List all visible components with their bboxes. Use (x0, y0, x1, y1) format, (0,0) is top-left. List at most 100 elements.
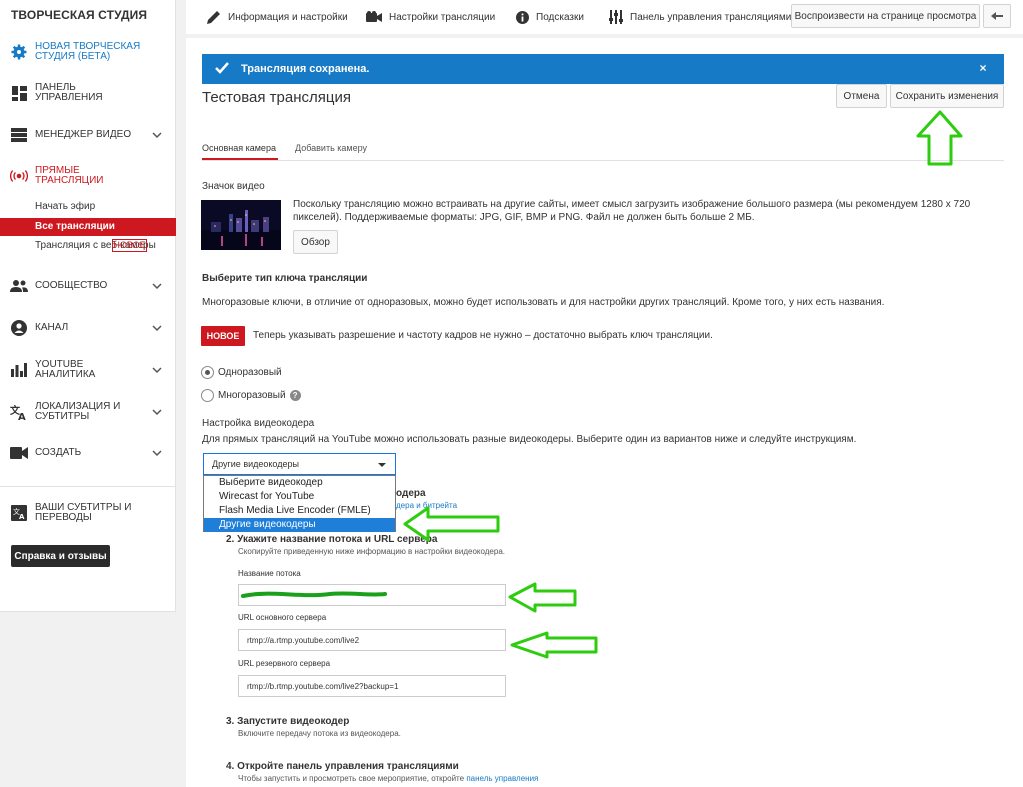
tab-info-settings[interactable]: Информация и настройки (207, 0, 348, 34)
tab-stream-settings[interactable]: Настройки трансляции (366, 0, 495, 34)
step3-subtitle: Включите передачу потока из видеокодера. (238, 729, 401, 738)
radio-button[interactable] (201, 389, 214, 402)
sidebar-item-label: ПРЯМЫЕ ТРАНСЛЯЦИИ (35, 165, 104, 186)
sidebar-item-create[interactable]: СОЗДАТЬ (0, 444, 176, 462)
stream-name-field[interactable] (238, 584, 506, 606)
tab-live-control-room[interactable]: Панель управления трансляциями (609, 0, 791, 34)
sliders-icon (609, 10, 623, 24)
sidebar-item-localization[interactable]: 文A ЛОКАЛИЗАЦИЯ И СУБТИТРЫ (0, 401, 176, 423)
community-icon (10, 277, 28, 295)
back-arrow-icon (991, 12, 1003, 20)
radio-button[interactable] (201, 366, 214, 379)
sidebar-item-live[interactable]: ПРЯМЫЕ ТРАНСЛЯЦИИ (0, 165, 176, 186)
step2-subtitle: Скопируйте приведенную ниже информацию в… (238, 547, 505, 556)
encoder-option[interactable]: Выберите видеокодер (204, 476, 395, 490)
sidebar-item-label: СООБЩЕСТВО (35, 280, 108, 291)
chevron-down-icon[interactable] (152, 407, 162, 417)
chevron-down-icon[interactable] (152, 448, 162, 458)
chevron-down-icon[interactable] (152, 323, 162, 333)
sidebar-item-my-subtitles[interactable]: 文A ВАШИ СУБТИТРЫ И ПЕРЕВОДЫ (0, 502, 176, 524)
step1-title-partial: одера (396, 488, 426, 499)
save-changes-button[interactable]: Сохранить изменения (890, 84, 1004, 108)
backup-url-label: URL резервного сервера (238, 659, 331, 668)
thumbnail-heading: Значок видео (202, 181, 265, 192)
sidebar-item-label: МЕНЕДЖЕР ВИДЕО (35, 129, 132, 140)
key-type-heading: Выберите тип ключа трансляции (202, 273, 368, 284)
play-on-watch-page-button[interactable]: Воспроизвести на странице просмотра (791, 4, 980, 28)
tab-label: Подсказки (536, 11, 584, 23)
chevron-down-icon[interactable] (152, 365, 162, 375)
tab-main-camera[interactable]: Основная камера (202, 143, 276, 153)
sidebar-item-label: КАНАЛ (35, 322, 69, 333)
close-icon[interactable]: × (976, 61, 990, 75)
browse-button[interactable]: Обзор (293, 230, 338, 254)
encoder-heading: Настройка видеокодера (202, 418, 315, 429)
dashboard-icon (10, 84, 28, 102)
encoder-option[interactable]: Flash Media Live Encoder (FMLE) (204, 504, 395, 518)
tab-label: Панель управления трансляциями (630, 11, 792, 23)
backup-url-field[interactable]: rtmp://b.rtmp.youtube.com/live2?backup=1 (238, 675, 506, 697)
sidebar-subitem-webcam[interactable]: Трансляция с веб-камеры (0, 237, 176, 255)
sidebar-item-label: YOUTUBE АНАЛИТИКА (35, 359, 96, 380)
radio-label: Одноразовый (218, 367, 282, 378)
sidebar-item-label: СОЗДАТЬ (35, 447, 82, 458)
primary-url-label: URL основного сервера (238, 613, 327, 622)
saved-notification-banner: Трансляция сохранена. × (202, 54, 1004, 84)
step1-link-partial[interactable]: дера и битрейта (396, 501, 457, 510)
sidebar-subitem-all-broadcasts[interactable]: Все трансляции (0, 218, 176, 236)
step4-title: 4. Откройте панель управления трансляция… (226, 761, 459, 772)
new-badge-outline: НОВОЕ (112, 239, 147, 252)
banner-message: Трансляция сохранена. (241, 63, 370, 75)
radio-reusable[interactable]: Многоразовый ? (201, 389, 301, 402)
active-tab-indicator (202, 158, 278, 160)
chevron-down-icon[interactable] (152, 130, 162, 140)
sidebar-item-new-studio[interactable]: НОВАЯ ТВОРЧЕСКАЯ СТУДИЯ (БЕТА) (0, 42, 176, 62)
svg-text:A: A (18, 412, 26, 420)
step4-subtitle: Чтобы запустить и просмотреть свое мероп… (238, 774, 538, 783)
chevron-down-icon[interactable] (152, 281, 162, 291)
studio-title: ТВОРЧЕСКАЯ СТУДИЯ (11, 8, 148, 22)
tabs-divider (202, 160, 1004, 161)
sidebar-item-channel[interactable]: КАНАЛ (0, 319, 176, 337)
primary-url-field[interactable]: rtmp://a.rtmp.youtube.com/live2 (238, 629, 506, 651)
radio-single-use[interactable]: Одноразовый (201, 366, 282, 379)
encoder-option-selected[interactable]: Другие видеокодеры (204, 518, 395, 532)
channel-icon (10, 319, 28, 337)
sidebar-item-dashboard[interactable]: ПАНЕЛЬ УПРАВЛЕНИЯ (0, 83, 176, 103)
info-icon (516, 10, 529, 24)
sidebar-item-community[interactable]: СООБЩЕСТВО (0, 277, 176, 295)
thumbnail-image (201, 200, 281, 250)
step2-title: 2. Укажите название потока и URL сервера (226, 534, 438, 545)
analytics-icon (10, 361, 28, 379)
sidebar-item-label: НОВАЯ ТВОРЧЕСКАЯ СТУДИЯ (БЕТА) (35, 41, 141, 62)
encoder-option[interactable]: Wirecast for YouTube (204, 490, 395, 504)
subtitles-translate-icon: 文A (10, 504, 28, 522)
tab-label: Настройки трансляции (389, 11, 496, 23)
sidebar-subitem-start-live[interactable]: Начать эфир (0, 198, 176, 216)
camera-icon (366, 11, 382, 22)
create-video-icon (10, 444, 28, 462)
help-icon[interactable]: ? (289, 390, 301, 401)
pencil-icon (207, 11, 220, 24)
checkmark-icon (215, 62, 229, 74)
back-button[interactable] (983, 4, 1011, 28)
sidebar-item-video-manager[interactable]: МЕНЕДЖЕР ВИДЕО (0, 126, 176, 144)
key-type-description: Многоразовые ключи, в отличие от однораз… (202, 297, 885, 308)
stream-name-label: Название потока (238, 569, 301, 578)
video-manager-icon (10, 126, 28, 144)
tab-add-camera[interactable]: Добавить камеру (295, 143, 367, 153)
tab-hints[interactable]: Подсказки (516, 0, 584, 34)
page-title: Тестовая трансляция (202, 89, 351, 106)
encoder-dropdown[interactable]: Выберите видеокодер Wirecast for YouTube… (203, 475, 396, 532)
step4-subtitle-text: Чтобы запустить и просмотреть свое мероп… (238, 774, 465, 783)
sidebar-item-label: ЛОКАЛИЗАЦИЯ И СУБТИТРЫ (35, 401, 121, 422)
svg-text:A: A (19, 513, 25, 521)
cancel-button[interactable]: Отмена (836, 84, 887, 108)
sidebar-divider (0, 486, 176, 487)
step3-title: 3. Запустите видеокодер (226, 716, 350, 727)
sidebar-item-analytics[interactable]: YOUTUBE АНАЛИТИКА (0, 359, 176, 380)
encoder-select[interactable]: Другие видеокодеры (203, 453, 396, 475)
sidebar: ТВОРЧЕСКАЯ СТУДИЯ НОВАЯ ТВОРЧЕСКАЯ СТУДИ… (0, 0, 176, 612)
control-room-link[interactable]: панель управления (466, 774, 538, 783)
help-feedback-button[interactable]: Справка и отзывы (11, 545, 110, 567)
